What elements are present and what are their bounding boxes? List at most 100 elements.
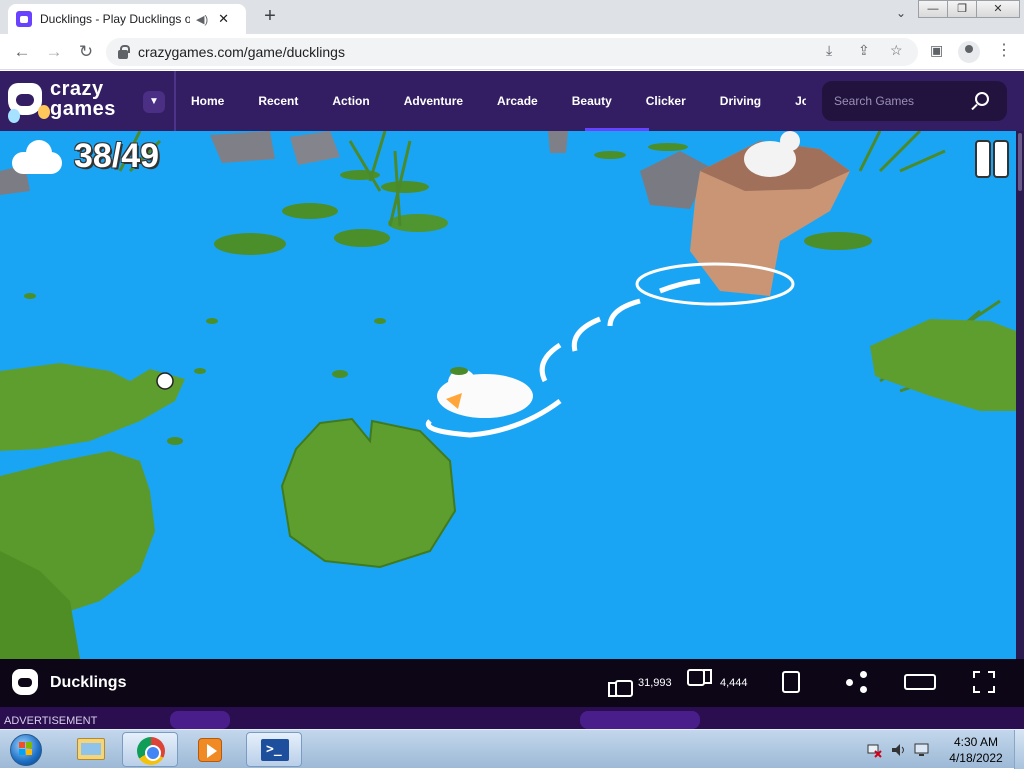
start-button[interactable] <box>4 731 48 768</box>
volume-icon[interactable] <box>890 742 906 758</box>
site-header: crazy games ▼ Home Recent Action Adventu… <box>0 71 1024 131</box>
search-games-input[interactable]: Search Games <box>822 81 1007 121</box>
lily-pad <box>870 319 1016 411</box>
nav-arcade[interactable]: Arcade <box>497 94 538 108</box>
window-controls: — ❐ ✕ <box>918 0 1020 18</box>
monitor-icon[interactable] <box>914 742 930 758</box>
nav-jo[interactable]: Jo <box>795 94 806 108</box>
side-panel-icon[interactable]: ▣ <box>930 42 943 59</box>
taskbar-explorer[interactable] <box>62 732 118 767</box>
taskbar-chrome[interactable] <box>122 732 178 767</box>
crazygames-cat-icon <box>12 669 38 695</box>
tab-audio-icon[interactable]: ◀) <box>196 13 208 26</box>
powershell-icon: >_ <box>261 739 289 761</box>
pause-icon[interactable] <box>975 140 1009 178</box>
rock <box>290 131 340 165</box>
thumbs-down-icon <box>690 672 712 694</box>
advertisement-strip: ADVERTISEMENT <box>0 707 1024 729</box>
rock <box>210 131 275 163</box>
lily-pad <box>648 143 688 151</box>
clock-date: 4/18/2022 <box>949 751 1003 765</box>
search-placeholder: Search Games <box>834 94 915 108</box>
fullscreen-icon[interactable] <box>973 671 995 693</box>
nav-driving[interactable]: Driving <box>720 94 761 108</box>
rock <box>548 131 568 153</box>
logo-text-games: games <box>50 98 116 120</box>
taskbar-powershell[interactable]: >_ <box>246 732 302 767</box>
lily-pad <box>0 363 185 451</box>
windows-flag-icon <box>19 742 33 756</box>
install-icon[interactable]: ⤓ <box>826 42 832 59</box>
browser-toolbar: ← → ↻ crazygames.com/game/ducklings ⤓ ⇪ … <box>0 34 1024 70</box>
score-text: 38/49 <box>74 137 160 175</box>
theater-mode-icon[interactable] <box>904 674 936 690</box>
lily-pad <box>381 181 429 193</box>
bookmark-star-icon[interactable]: ☆ <box>890 42 903 59</box>
minimize-button[interactable]: — <box>918 0 948 18</box>
reload-icon[interactable]: ↻ <box>74 40 98 64</box>
address-bar[interactable]: crazygames.com/game/ducklings <box>106 38 918 66</box>
page-scrollbar[interactable] <box>1016 131 1024 659</box>
profile-avatar-icon[interactable] <box>958 41 980 63</box>
category-nav: Home Recent Action Adventure Arcade Beau… <box>176 71 806 131</box>
like-button[interactable]: 31,993 <box>608 669 672 697</box>
categories-dropdown-chevron-icon[interactable]: ▼ <box>143 91 165 113</box>
taskbar-media-player[interactable] <box>182 732 238 767</box>
logo-text-crazy: crazy <box>50 78 104 100</box>
restore-button[interactable]: ❐ <box>947 0 977 18</box>
embed-icon[interactable] <box>782 671 800 693</box>
windows-taskbar: >_ 4:30 AM 4/18/2022 <box>0 729 1024 769</box>
show-desktop-button[interactable] <box>1014 730 1024 769</box>
lily-pad <box>282 203 338 219</box>
lock-icon[interactable] <box>118 44 130 59</box>
tab-close-icon[interactable]: ✕ <box>218 11 229 27</box>
nav-home[interactable]: Home <box>191 94 224 108</box>
network-error-icon[interactable] <box>866 742 882 758</box>
lily-pad <box>594 151 626 159</box>
lily-pad <box>214 233 286 255</box>
lily-pad <box>334 229 390 247</box>
forward-arrow-icon[interactable]: → <box>42 40 66 64</box>
search-icon[interactable] <box>975 92 989 106</box>
game-bar: Ducklings 31,993 4,444 <box>0 659 1024 707</box>
chrome-menu-icon[interactable]: ⋮ <box>996 40 1012 60</box>
scrollbar-thumb[interactable] <box>1018 133 1022 191</box>
ad-label: ADVERTISEMENT <box>4 715 98 727</box>
nav-recent[interactable]: Recent <box>258 94 298 108</box>
share-page-icon[interactable]: ⇪ <box>858 42 870 59</box>
folder-icon <box>77 738 105 760</box>
game-scene <box>0 131 1016 659</box>
frog-eye <box>156 372 174 390</box>
back-arrow-icon[interactable]: ← <box>10 40 34 64</box>
nav-action[interactable]: Action <box>332 94 369 108</box>
browser-tab[interactable]: Ducklings - Play Ducklings o ◀) ✕ <box>8 4 246 34</box>
tab-search-chevron-icon[interactable]: ⌄ <box>896 6 906 20</box>
share-icon[interactable] <box>846 671 868 693</box>
chrome-icon <box>137 737 165 765</box>
like-count: 31,993 <box>638 677 672 689</box>
lily-pad <box>388 214 448 232</box>
media-player-icon <box>198 738 222 762</box>
game-canvas[interactable]: 38/49 <box>0 131 1016 659</box>
thumbs-up-icon <box>608 672 633 697</box>
lily-pad <box>804 232 872 250</box>
dislike-button[interactable]: 4,444 <box>690 669 748 697</box>
easter-egg-icon <box>38 105 50 119</box>
clock-time: 4:30 AM <box>953 735 999 749</box>
system-clock[interactable]: 4:30 AM 4/18/2022 <box>944 734 1008 766</box>
tab-title: Ducklings - Play Ducklings o <box>40 12 190 26</box>
nav-adventure[interactable]: Adventure <box>404 94 463 108</box>
new-tab-button[interactable]: + <box>258 4 282 28</box>
game-title: Ducklings <box>50 674 127 691</box>
crazygames-favicon-icon <box>16 11 32 27</box>
nav-clicker[interactable]: Clicker <box>646 94 686 108</box>
easter-egg-icon <box>8 109 20 123</box>
duckling-counter: 38/49 <box>12 137 159 176</box>
browser-tab-strip: Ducklings - Play Ducklings o ◀) ✕ + ⌄ — … <box>0 0 1024 34</box>
crazygames-logo[interactable]: crazy games <box>8 79 133 123</box>
cloud-icon <box>12 139 64 174</box>
url-text[interactable]: crazygames.com/game/ducklings <box>138 44 345 60</box>
nav-beauty[interactable]: Beauty <box>572 94 612 108</box>
close-window-button[interactable]: ✕ <box>976 0 1020 18</box>
dislike-count: 4,444 <box>720 677 748 689</box>
